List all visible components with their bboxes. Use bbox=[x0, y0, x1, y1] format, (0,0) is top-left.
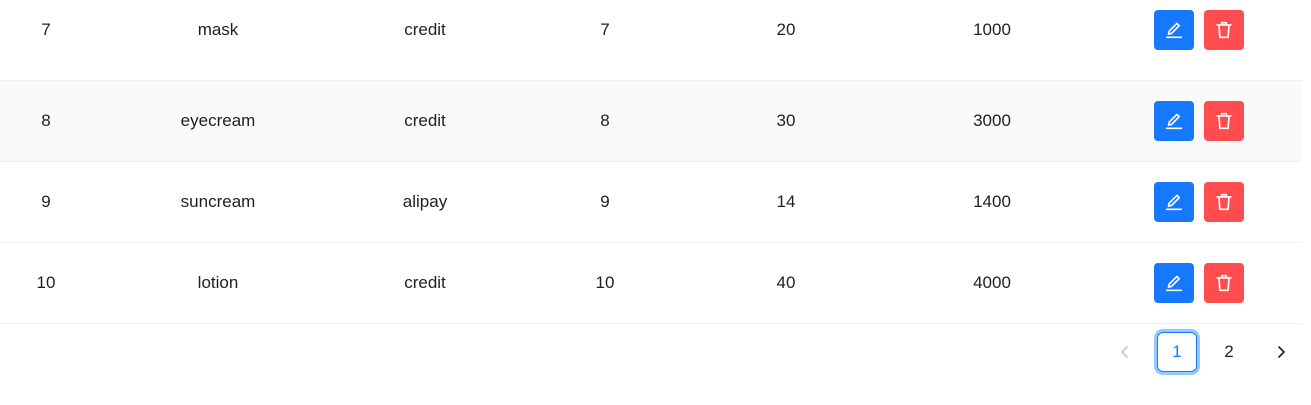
cell-id: 10 bbox=[36, 273, 56, 292]
trash-icon bbox=[1216, 112, 1232, 130]
edit-pencil-icon bbox=[1165, 194, 1183, 211]
cell-price: 20 bbox=[776, 20, 796, 39]
cell-quantity: 7 bbox=[600, 20, 610, 39]
edit-pencil-icon bbox=[1165, 113, 1183, 130]
cell-product-name: lotion bbox=[197, 273, 239, 292]
table-row: 9 suncream alipay 9 14 1400 bbox=[0, 162, 1302, 243]
cell-product-name: eyecream bbox=[180, 111, 256, 130]
row-actions bbox=[1154, 182, 1244, 222]
table-row: 10 lotion credit 10 40 4000 bbox=[0, 243, 1302, 324]
cell-product-name: mask bbox=[197, 20, 239, 39]
cell-payment: credit bbox=[404, 273, 446, 292]
table-row: 8 eyecream credit 8 30 3000 bbox=[0, 81, 1302, 162]
delete-button[interactable] bbox=[1204, 182, 1244, 222]
cell-id: 8 bbox=[41, 111, 51, 130]
edit-button[interactable] bbox=[1154, 263, 1194, 303]
edit-button[interactable] bbox=[1154, 101, 1194, 141]
chevron-left-icon bbox=[1121, 346, 1128, 358]
cell-product-name: suncream bbox=[180, 192, 256, 211]
cell-price: 30 bbox=[776, 111, 796, 130]
cell-quantity: 10 bbox=[595, 273, 615, 292]
edit-button[interactable] bbox=[1154, 10, 1194, 50]
chevron-right-icon bbox=[1278, 346, 1285, 358]
table-row: 7 mask credit 7 20 1000 bbox=[0, 0, 1302, 81]
cell-payment: alipay bbox=[402, 192, 448, 211]
cell-id: 7 bbox=[41, 20, 51, 39]
cell-total: 1000 bbox=[973, 20, 1011, 39]
delete-button[interactable] bbox=[1204, 101, 1244, 141]
row-actions bbox=[1154, 263, 1244, 303]
delete-button[interactable] bbox=[1204, 10, 1244, 50]
page-button-2[interactable]: 2 bbox=[1209, 332, 1249, 372]
cell-id: 9 bbox=[41, 192, 51, 211]
trash-icon bbox=[1216, 274, 1232, 292]
pagination: 1 2 bbox=[1105, 330, 1301, 374]
row-actions bbox=[1154, 101, 1244, 141]
prev-page-button[interactable] bbox=[1105, 332, 1145, 372]
edit-button[interactable] bbox=[1154, 182, 1194, 222]
delete-button[interactable] bbox=[1204, 263, 1244, 303]
cell-total: 3000 bbox=[973, 111, 1011, 130]
orders-table: 7 mask credit 7 20 1000 8 eyecream credi… bbox=[0, 0, 1302, 324]
edit-pencil-icon bbox=[1165, 275, 1183, 292]
page-button-1[interactable]: 1 bbox=[1157, 332, 1197, 372]
cell-price: 14 bbox=[776, 192, 796, 211]
edit-pencil-icon bbox=[1165, 22, 1183, 39]
trash-icon bbox=[1216, 193, 1232, 211]
row-actions bbox=[1154, 10, 1244, 50]
cell-quantity: 8 bbox=[600, 111, 610, 130]
cell-total: 4000 bbox=[973, 273, 1011, 292]
next-page-button[interactable] bbox=[1261, 332, 1301, 372]
cell-payment: credit bbox=[404, 111, 446, 130]
trash-icon bbox=[1216, 21, 1232, 39]
cell-total: 1400 bbox=[973, 192, 1011, 211]
cell-payment: credit bbox=[404, 20, 446, 39]
cell-quantity: 9 bbox=[600, 192, 610, 211]
cell-price: 40 bbox=[776, 273, 796, 292]
